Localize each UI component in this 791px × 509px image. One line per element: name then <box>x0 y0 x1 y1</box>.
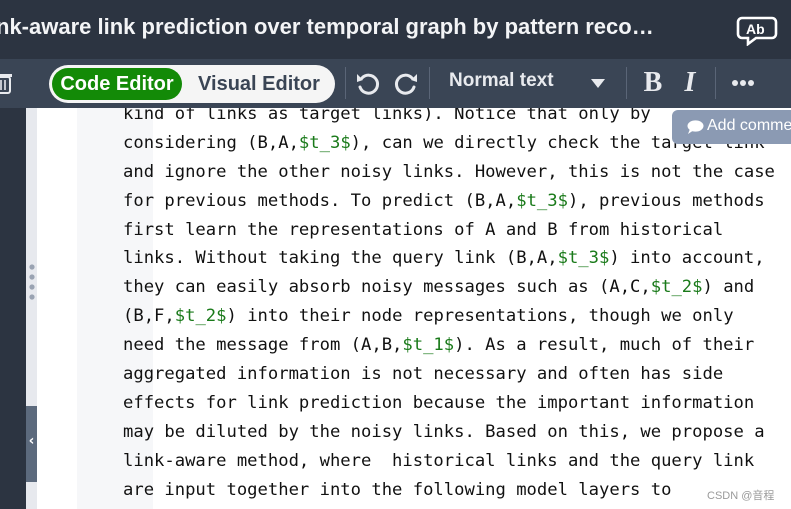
line-text: considering (B,A, <box>123 132 299 153</box>
toolbar-divider <box>429 67 430 99</box>
line-text: links. Without taking the query link (B,… <box>123 248 558 269</box>
line-text: and ignore the other noisy links. Howeve… <box>123 161 775 182</box>
line-text: they can easily absorb noisy messages su… <box>123 277 651 298</box>
editor-line[interactable]: for previous methods. To predict (B,A,$t… <box>123 187 775 216</box>
editor-line[interactable]: (B,F,$t_2$) into their node representati… <box>123 302 775 331</box>
collapse-panel-button[interactable]: ‹ <box>26 406 37 482</box>
inline-math: $t_2$ <box>174 306 227 327</box>
drag-handle-icon[interactable] <box>28 262 36 302</box>
inline-math: $t_3$ <box>557 248 610 269</box>
editor-line[interactable]: they can easily absorb noisy messages su… <box>123 273 775 302</box>
file-tree-rail <box>0 108 26 509</box>
project-title[interactable]: nk-aware link prediction over temporal g… <box>0 14 654 40</box>
editor-line[interactable]: effects for link prediction because the … <box>123 389 775 418</box>
code-editor-toggle[interactable]: Code Editor <box>52 68 182 100</box>
visual-editor-toggle[interactable]: Visual Editor <box>189 68 329 100</box>
inline-math: $t_1$ <box>402 335 455 356</box>
add-comment-button[interactable]: Add comme <box>672 110 791 144</box>
more-horizontal-icon[interactable] <box>730 74 756 92</box>
editor-line[interactable]: first learn the representations of A and… <box>123 216 775 245</box>
line-text: ) into account, <box>609 248 765 269</box>
line-text: first learn the representations of A and… <box>123 219 724 240</box>
italic-button[interactable]: I <box>677 67 703 99</box>
editor-toolbar: Code Editor Visual Editor Normal text B … <box>0 59 791 108</box>
watermark: CSDN @音程 <box>707 490 775 502</box>
editor-line[interactable]: are input together into the following mo… <box>123 476 775 505</box>
editor-mode-toggle: Code Editor Visual Editor <box>49 65 335 103</box>
undo-icon[interactable] <box>354 70 382 98</box>
text-format-value: Normal text <box>449 70 554 91</box>
code-editor[interactable]: kind of links as target links). Notice t… <box>37 108 791 509</box>
toolbar-divider <box>345 67 346 99</box>
editor-line[interactable]: and ignore the other noisy links. Howeve… <box>123 158 775 187</box>
editor-line[interactable]: links. Without taking the query link (B,… <box>123 244 775 273</box>
editor-line[interactable]: link-aware method, where historical link… <box>123 447 775 476</box>
chevron-down-icon <box>591 79 605 88</box>
line-text: aggregated information is not necessary … <box>123 364 724 385</box>
inline-math: $t_2$ <box>650 277 703 298</box>
trash-icon[interactable] <box>0 72 12 94</box>
line-text: ). As a result, much of their <box>454 335 755 356</box>
line-text: need the message from (A,B, <box>123 335 403 356</box>
add-comment-label: Add comme <box>707 117 791 134</box>
line-text: may be diluted by the noisy links. Based… <box>123 421 765 442</box>
line-text: are input together into the following mo… <box>123 479 672 500</box>
review-icon[interactable]: Ab <box>736 10 784 47</box>
title-bar: nk-aware link prediction over temporal g… <box>0 0 791 59</box>
inline-math: $t_3$ <box>298 132 351 153</box>
inline-math: $t_3$ <box>516 190 568 211</box>
text-format-select[interactable]: Normal text <box>436 67 616 99</box>
bold-button[interactable]: B <box>639 67 667 99</box>
editor-line[interactable]: need the message from (A,B,$t_1$). As a … <box>123 331 775 360</box>
line-text: kind of links as target links). Notice t… <box>123 108 651 124</box>
line-text: effects for link prediction because the … <box>123 392 755 413</box>
line-text: (B,F, <box>123 306 175 327</box>
line-text: ) and <box>702 277 755 298</box>
line-text: ) into their node representations, thoug… <box>226 306 734 327</box>
review-icon-text: Ab <box>746 21 765 37</box>
toolbar-divider <box>626 67 627 99</box>
comment-bubble-icon <box>687 120 704 134</box>
line-text: ), previous methods <box>567 190 765 211</box>
editor-line[interactable]: aggregated information is not necessary … <box>123 360 775 389</box>
redo-icon[interactable] <box>392 70 420 98</box>
line-text: link-aware method, where historical link… <box>123 450 755 471</box>
editor-line[interactable]: may be diluted by the noisy links. Based… <box>123 418 775 447</box>
chevron-left-icon: ‹ <box>28 433 35 449</box>
line-text: for previous methods. To predict (B,A, <box>123 190 517 211</box>
toolbar-divider <box>715 67 716 99</box>
editor-lines: kind of links as target links). Notice t… <box>123 108 775 504</box>
